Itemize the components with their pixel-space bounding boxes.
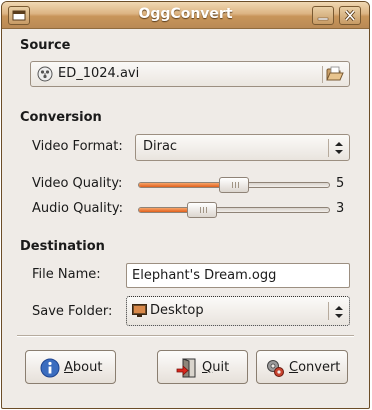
open-folder-icon	[326, 66, 344, 86]
source-heading: Source	[20, 38, 71, 53]
convert-button[interactable]: Convert	[256, 350, 348, 384]
button-divider	[17, 335, 354, 337]
destination-heading: Destination	[20, 239, 105, 254]
title-bar[interactable]: OggConvert	[2, 2, 369, 29]
video-format-value: Dirac	[143, 139, 178, 154]
quit-button[interactable]: Quit	[157, 350, 248, 384]
convert-gears-icon	[265, 358, 287, 382]
main-window: OggConvert Source ED_1024.avi Conversion…	[1, 1, 370, 409]
video-quality-label: Video Quality:	[32, 176, 123, 191]
file-name-entry[interactable]: Elephant's Dream.ogg	[126, 263, 350, 288]
combo-arrows-icon	[334, 140, 344, 160]
save-folder-label: Save Folder:	[32, 304, 113, 319]
close-icon	[344, 9, 356, 22]
about-label: About	[64, 360, 103, 375]
dialog-content: Source ED_1024.avi Conversion Video Form…	[2, 30, 369, 408]
video-format-label: Video Format:	[32, 139, 123, 154]
save-folder-value: Desktop	[150, 303, 204, 318]
close-button[interactable]	[339, 6, 361, 25]
audio-quality-label: Audio Quality:	[32, 201, 123, 216]
about-button[interactable]: About	[25, 350, 116, 384]
minimize-icon	[317, 17, 329, 21]
info-icon	[40, 358, 60, 382]
audio-quality-slider[interactable]	[138, 202, 330, 218]
minimize-button[interactable]	[312, 6, 334, 25]
combo-separator	[328, 302, 329, 320]
convert-label: Convert	[289, 360, 341, 375]
source-file-chooser[interactable]: ED_1024.avi	[30, 61, 350, 87]
file-name-value: Elephant's Dream.ogg	[132, 268, 277, 283]
audio-quality-handle[interactable]	[187, 202, 217, 218]
desktop-folder-icon	[132, 304, 147, 321]
audio-quality-value: 3	[336, 201, 345, 216]
video-quality-handle[interactable]	[219, 177, 249, 193]
conversion-heading: Conversion	[20, 110, 102, 125]
video-quality-slider[interactable]	[138, 177, 330, 193]
file-name-label: File Name:	[32, 267, 101, 282]
quit-label: Quit	[202, 360, 230, 375]
combo-arrows-icon	[334, 304, 344, 324]
video-file-icon	[37, 66, 53, 86]
save-folder-combo[interactable]: Desktop	[126, 296, 350, 326]
source-file-name: ED_1024.avi	[58, 66, 140, 81]
chooser-separator	[322, 66, 323, 83]
video-format-combo[interactable]: Dirac	[135, 134, 350, 161]
exit-door-icon	[176, 358, 198, 382]
combo-separator	[328, 139, 329, 157]
video-quality-value: 5	[336, 176, 345, 191]
